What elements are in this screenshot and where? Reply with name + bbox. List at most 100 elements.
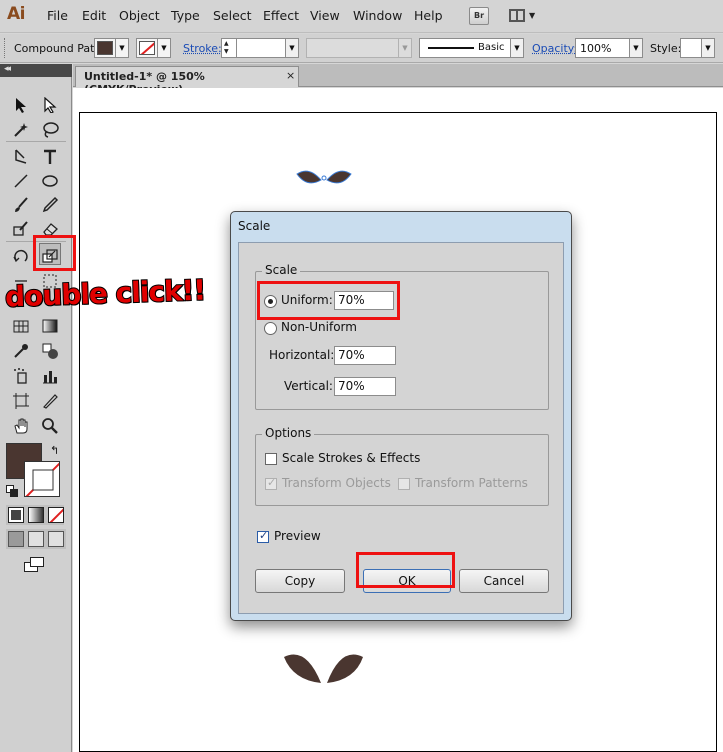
variable-width-profile-dropdown[interactable]: ▼ xyxy=(306,38,412,58)
gradient-icon xyxy=(42,319,58,333)
menu-object[interactable]: Object xyxy=(119,8,160,23)
control-bar: Compound Path ▼ ▼ Stroke: ▲ ▼ ▼ ▼ Basic ▼… xyxy=(0,34,723,63)
line-segment-tool[interactable] xyxy=(10,169,32,191)
screen-mode-button[interactable] xyxy=(24,557,46,573)
zoom-tool[interactable] xyxy=(39,414,61,436)
selection-tool[interactable] xyxy=(10,94,32,116)
non-uniform-radio[interactable] xyxy=(264,322,277,335)
copy-button[interactable]: Copy xyxy=(255,569,345,593)
lasso-tool[interactable] xyxy=(39,118,61,140)
menu-help[interactable]: Help xyxy=(414,8,443,23)
style-label: Style: xyxy=(650,42,682,55)
magic-wand-icon xyxy=(14,123,28,137)
chevron-down-icon: ▼ xyxy=(510,39,523,57)
bridge-button[interactable]: Br xyxy=(469,7,489,25)
pencil-icon xyxy=(42,196,59,213)
symbol-sprayer-tool[interactable] xyxy=(10,364,32,386)
none-icon xyxy=(25,462,59,496)
rotate-tool[interactable] xyxy=(10,244,32,266)
menu-edit[interactable]: Edit xyxy=(82,8,106,23)
transform-patterns-label: Transform Patterns xyxy=(415,476,528,490)
collapse-icon[interactable]: ◂◂ xyxy=(4,64,11,74)
direct-selection-tool[interactable] xyxy=(39,94,61,116)
menu-effect[interactable]: Effect xyxy=(263,8,299,23)
magic-wand-tool[interactable] xyxy=(10,118,32,140)
blob-brush-tool[interactable] xyxy=(10,217,32,239)
symbol-sprayer-icon xyxy=(14,368,27,384)
default-fill-stroke-icon[interactable] xyxy=(6,485,18,497)
document-tab-bar: Untitled-1* @ 150% (CMYK/Preview) × xyxy=(73,64,723,96)
slice-tool[interactable] xyxy=(39,389,61,411)
perspective-grid-icon xyxy=(13,320,29,333)
paintbrush-tool[interactable] xyxy=(10,193,32,215)
lasso-icon xyxy=(43,122,59,138)
preview-checkbox[interactable]: ✓ xyxy=(257,529,269,543)
none-icon xyxy=(140,42,154,54)
opacity-value: 100% xyxy=(580,42,612,55)
vertical-input[interactable]: 70% xyxy=(334,377,396,396)
transform-objects-checkbox[interactable]: ✓ xyxy=(265,476,277,490)
chevron-down-icon: ▼ xyxy=(629,39,642,57)
ellipse-tool[interactable] xyxy=(39,169,61,191)
brush-definition-dropdown[interactable]: Basic ▼ xyxy=(419,38,524,58)
stroke-color-box[interactable] xyxy=(24,461,60,497)
options-group: Options Scale Strokes & Effects ✓ Transf… xyxy=(255,426,549,506)
draw-inside-button[interactable] xyxy=(48,531,64,547)
menu-view[interactable]: View xyxy=(310,8,340,23)
stepper-icon[interactable]: ▲ ▼ xyxy=(224,40,229,56)
menu-type[interactable]: Type xyxy=(171,8,200,23)
stroke-label[interactable]: Stroke: xyxy=(183,42,222,55)
cancel-button[interactable]: Cancel xyxy=(459,569,549,593)
ellipse-icon xyxy=(42,175,58,187)
arrange-documents-button[interactable]: ▼ xyxy=(507,7,537,25)
close-icon[interactable]: × xyxy=(286,69,295,82)
horizontal-input[interactable]: 70% xyxy=(334,346,396,365)
opacity-label[interactable]: Opacity: xyxy=(532,42,577,55)
opacity-field[interactable]: 100% ▼ xyxy=(575,38,643,58)
scale-strokes-checkbox[interactable] xyxy=(265,453,277,465)
vertical-label: Vertical: xyxy=(284,379,333,393)
menu-select[interactable]: Select xyxy=(213,8,252,23)
brush-stroke-preview xyxy=(428,47,474,49)
gradient-mode-button[interactable] xyxy=(28,507,44,523)
annotation-text: double click!! xyxy=(3,273,206,315)
document-tab[interactable]: Untitled-1* @ 150% (CMYK/Preview) × xyxy=(75,66,299,96)
chevron-down-icon: ▼ xyxy=(398,39,411,57)
options-group-label: Options xyxy=(262,426,315,440)
eyedropper-tool[interactable] xyxy=(10,339,32,361)
transform-patterns-checkbox[interactable] xyxy=(398,478,410,490)
pencil-tool[interactable] xyxy=(39,193,61,215)
none-mode-button[interactable] xyxy=(48,507,64,523)
stroke-color-dropdown[interactable]: ▼ xyxy=(136,38,171,58)
menu-file[interactable]: File xyxy=(47,8,68,23)
draw-behind-button[interactable] xyxy=(28,531,44,547)
color-mode-button[interactable] xyxy=(8,507,24,523)
stroke-weight-field[interactable]: ▲ ▼ ▼ xyxy=(221,38,299,58)
hand-tool[interactable] xyxy=(10,414,32,436)
type-tool[interactable] xyxy=(39,145,61,167)
eyedropper-icon xyxy=(14,344,28,358)
selection-type-label: Compound Path xyxy=(14,42,102,55)
menu-window[interactable]: Window xyxy=(353,8,402,23)
uniform-highlight xyxy=(257,281,400,320)
zoom-icon xyxy=(42,418,58,434)
hand-icon xyxy=(14,418,28,434)
perspective-grid-tool[interactable] xyxy=(10,314,32,336)
selected-leaves-shape[interactable] xyxy=(293,168,357,196)
panel-grip[interactable] xyxy=(4,38,7,58)
dialog-title: Scale xyxy=(238,219,271,233)
artboard-tool[interactable] xyxy=(10,389,32,411)
swap-fill-stroke-icon[interactable]: ↰ xyxy=(50,444,59,457)
column-graph-tool[interactable] xyxy=(39,364,61,386)
blend-tool[interactable] xyxy=(39,339,61,361)
menu-bar: Ai File Edit Object Type Select Effect V… xyxy=(0,0,723,33)
graphic-style-dropdown[interactable]: ▼ xyxy=(680,38,715,58)
leaves-shape[interactable] xyxy=(281,648,367,690)
checkmark-icon: ✓ xyxy=(259,529,269,542)
slice-icon xyxy=(43,394,58,409)
gradient-tool[interactable] xyxy=(39,314,61,336)
fill-color-dropdown[interactable]: ▼ xyxy=(94,38,129,58)
draw-normal-button[interactable] xyxy=(8,531,24,547)
transform-objects-label: Transform Objects xyxy=(282,476,391,490)
pen-tool[interactable] xyxy=(10,145,32,167)
